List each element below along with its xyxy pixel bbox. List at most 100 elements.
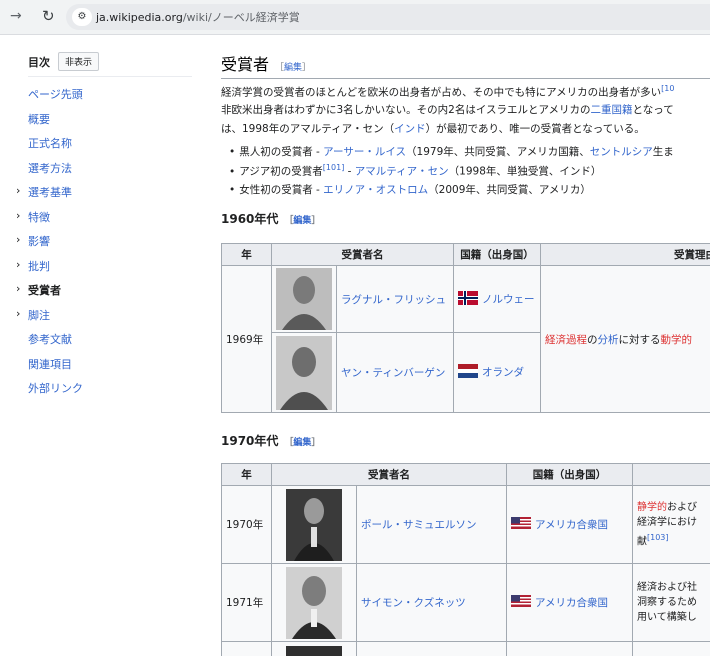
toc-item[interactable]: 概要	[28, 111, 50, 127]
list-item: 女性初の受賞者 - エリノア・オストロム（2009年、共同受賞、アメリカ）	[229, 182, 591, 197]
reference-link[interactable]: [101]	[323, 163, 345, 172]
next-portrait[interactable]	[286, 645, 342, 656]
reason-cell: 経済および社 洞察するため 用いて構築し	[632, 563, 710, 642]
para2-text: 非欧米出身者はわずかに3名しかいない。その内2名はイスラエルとアメリカの	[221, 104, 591, 116]
toc-item[interactable]: 批判	[28, 258, 50, 274]
country-cell: アメリカ合衆国	[506, 485, 633, 564]
subsection-title: 1960年代	[221, 212, 279, 226]
elinor-ostrom-link[interactable]: エリノア・オストロム	[323, 184, 428, 196]
article-content: 受賞者 ［編集］ 経済学賞の受賞者のほとんどを欧米の出身者が占め、その中でも特にア…	[221, 34, 710, 656]
norway-link[interactable]: ノルウェー	[482, 293, 535, 305]
url-host: ja.wikipedia.org	[96, 11, 183, 24]
section-edit-link[interactable]: 編集	[284, 63, 302, 73]
list-item: 黒人初の受賞者 - アーサー・ルイス（1979年、共同受賞、アメリカ国籍、セント…	[229, 144, 674, 159]
list-item: アジア初の受賞者[101] - アマルティア・セン（1998年、単独受賞、インド…	[229, 163, 601, 179]
address-bar[interactable]: ⚙ ja.wikipedia.org/wiki/ノーベル経済学賞	[66, 4, 710, 30]
amartya-sen-link[interactable]: アマルティア・セン	[355, 166, 449, 178]
column-header: 国籍（出身国）	[506, 463, 633, 486]
table-of-contents: 目次 非表示 ページ先頭概要正式名称選考方法 › 選考基準 › 特徴 › 影響 › 批判 › 受賞者…	[0, 34, 200, 656]
toc-item[interactable]: 脚注	[28, 307, 50, 323]
heading-rule	[221, 78, 710, 79]
frisch-portrait[interactable]	[276, 268, 332, 330]
usa-link[interactable]: アメリカ合衆国	[535, 519, 608, 531]
norway-flag-icon	[458, 290, 478, 308]
column-header: 国籍（出身国）	[453, 243, 541, 266]
column-header	[632, 463, 710, 486]
tinbergen-link[interactable]: ヤン・ティンバーゲン	[341, 367, 445, 379]
samuelson-portrait[interactable]	[286, 488, 342, 561]
arthur-lewis-link[interactable]: アーサー・ルイス	[323, 146, 406, 158]
static-link[interactable]: 静学的	[637, 502, 667, 513]
site-info-icon[interactable]: ⚙	[72, 8, 92, 26]
toc-item[interactable]: 関連項目	[28, 356, 72, 372]
toc-item[interactable]: 影響	[28, 233, 50, 249]
usa-flag-icon	[511, 517, 531, 532]
chevron-right-icon[interactable]: ›	[16, 307, 20, 320]
india-link[interactable]: インド	[394, 123, 426, 135]
forward-arrow-icon[interactable]: →	[10, 8, 22, 24]
portrait-cell	[271, 563, 357, 642]
name-cell	[356, 641, 507, 656]
column-header: 受賞理由	[540, 243, 710, 266]
reason-text: 経済学におけ	[637, 516, 697, 528]
kuznets-portrait[interactable]	[286, 566, 342, 639]
analysis-link[interactable]: 分析	[598, 334, 619, 346]
edit-bracket-close: ］	[302, 63, 312, 73]
reason-text: および	[667, 501, 697, 513]
chevron-right-icon[interactable]: ›	[16, 209, 20, 222]
toc-item[interactable]: 選考方法	[28, 160, 72, 176]
samuelson-link[interactable]: ポール・サミュエルソン	[361, 519, 477, 531]
chevron-right-icon[interactable]: ›	[16, 233, 20, 246]
column-header: 受賞者名	[271, 243, 454, 266]
country-cell: オランダ	[453, 332, 541, 413]
economic-process-link[interactable]: 経済過程	[545, 334, 587, 346]
toc-item[interactable]: ページ先頭	[28, 86, 83, 102]
reason-text: の	[587, 333, 598, 346]
country-cell: アメリカ合衆国	[506, 563, 633, 642]
year-cell: 1970年	[221, 485, 272, 564]
reload-icon[interactable]: ↻	[42, 7, 55, 25]
toc-hide-button[interactable]: 非表示	[58, 52, 100, 71]
dynamic-link[interactable]: 動学的	[661, 334, 693, 346]
laureates-table-1970s: 年 受賞者名 国籍（出身国） 1970年 ポール・サミュエルソン アメリカ合衆国…	[221, 463, 710, 656]
usa-flag-icon	[511, 595, 531, 610]
laureates-table-1960s: 年 受賞者名 国籍（出身国） 受賞理由 1969年 ラグナル・フリッシュ ノルウ…	[221, 243, 710, 413]
dual-citizenship-link[interactable]: 二重国籍	[591, 104, 633, 116]
subsection-edit-link[interactable]: 編集	[293, 438, 311, 448]
bullet-text: -	[344, 165, 355, 178]
column-header: 受賞者名	[271, 463, 507, 486]
toc-divider	[28, 76, 192, 77]
netherlands-link[interactable]: オランダ	[482, 367, 524, 379]
para3-post: ）が最初であり、唯一の受賞者となっている。	[425, 123, 645, 135]
reason-text: 経済および社	[637, 582, 697, 593]
chevron-right-icon[interactable]: ›	[16, 184, 20, 197]
toc-item[interactable]: 外部リンク	[28, 380, 83, 396]
table-row: 1971年 サイモン・クズネッツ アメリカ合衆国 経済および社 洞察するため 用いて…	[221, 563, 710, 642]
reference-link[interactable]: [10	[661, 84, 674, 93]
url-text[interactable]: ja.wikipedia.org/wiki/ノーベル経済学賞	[96, 9, 300, 25]
reason-cell	[632, 641, 710, 656]
tinbergen-portrait[interactable]	[276, 335, 332, 410]
kuznets-link[interactable]: サイモン・クズネッツ	[361, 597, 466, 609]
table-row: 1969年 ラグナル・フリッシュ ノルウェー 経済過程の分析に対する動学的	[221, 265, 710, 413]
toc-item[interactable]: 特徴	[28, 209, 50, 225]
paragraph-line-3: は、1998年のアマルティア・セン（インド）が最初であり、唯一の受賞者となってい…	[221, 121, 645, 136]
saint-lucia-link[interactable]: セントルシア	[590, 146, 653, 158]
toc-item[interactable]: 参考文献	[28, 331, 72, 347]
frisch-link[interactable]: ラグナル・フリッシュ	[341, 294, 446, 306]
toc-heading: 目次	[28, 56, 50, 69]
toc-item[interactable]: 正式名称	[28, 135, 72, 151]
portrait-cell	[271, 485, 357, 564]
subsection-heading-1960s: 1960年代 ［編集］	[221, 212, 321, 226]
usa-link[interactable]: アメリカ合衆国	[535, 597, 608, 609]
toc-item[interactable]: 受賞者	[28, 282, 61, 298]
reference-link[interactable]: [103]	[647, 533, 669, 542]
chevron-right-icon[interactable]: ›	[16, 282, 20, 295]
reason-text: に対する	[618, 333, 661, 346]
table-row: 1970年 ポール・サミュエルソン アメリカ合衆国 静学的および 経済学におけ 献[…	[221, 485, 710, 564]
subsection-edit-link[interactable]: 編集	[293, 216, 311, 226]
toc-item[interactable]: 選考基準	[28, 184, 72, 200]
chevron-right-icon[interactable]: ›	[16, 258, 20, 271]
paragraph-line-2: 非欧米出身者はわずかに3名しかいない。その内2名はイスラエルとアメリカの二重国籍…	[221, 102, 674, 117]
url-path: /wiki/ノーベル経済学賞	[182, 11, 300, 24]
